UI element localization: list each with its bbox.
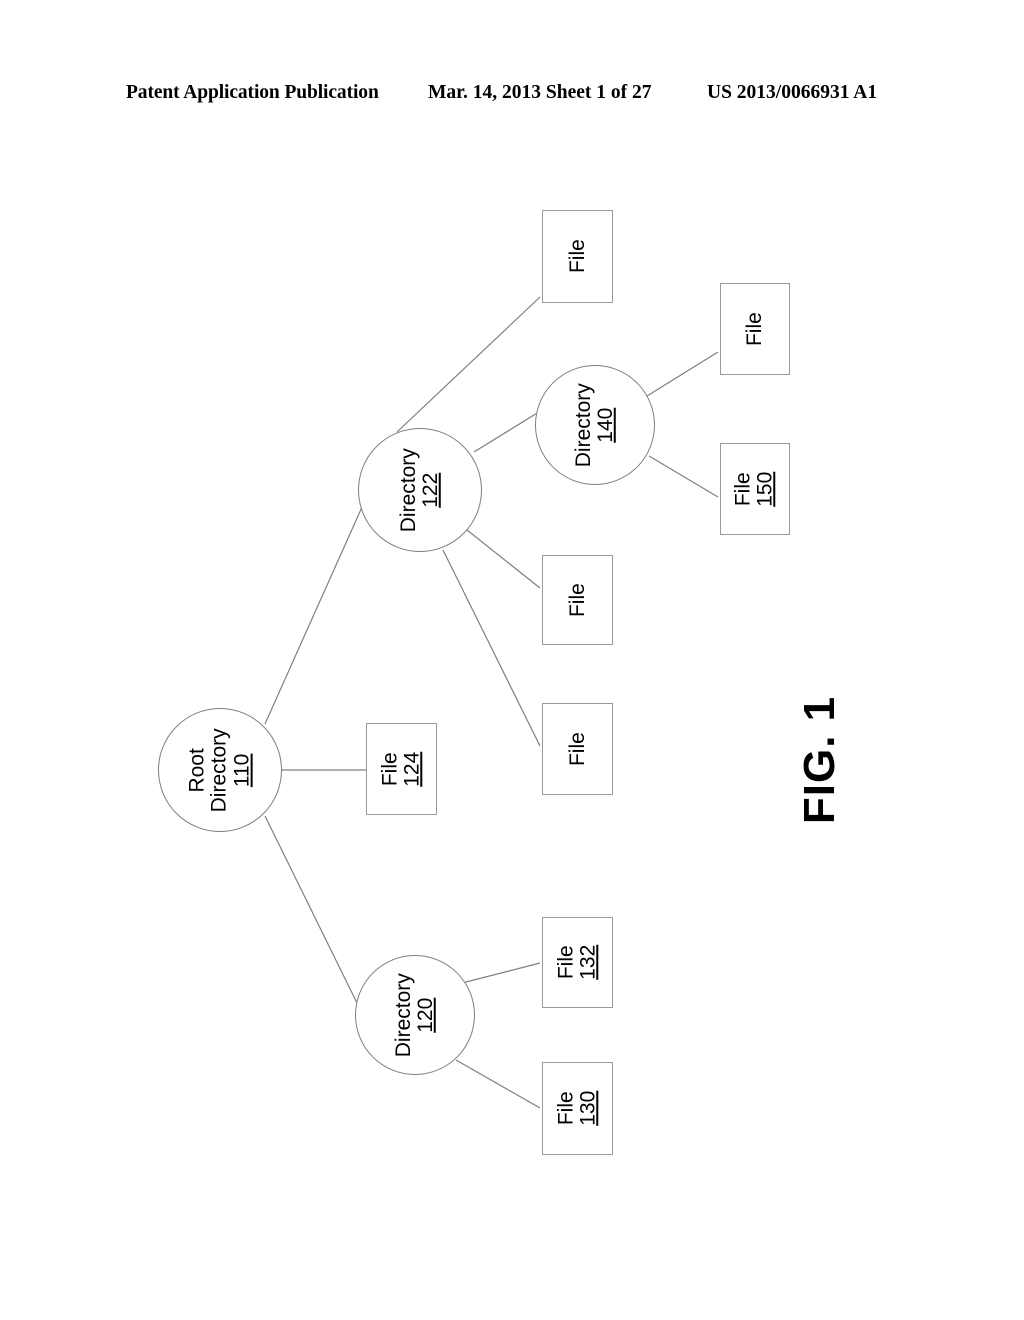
node-reference-number: 110 bbox=[230, 753, 254, 787]
node-fileC: File bbox=[542, 703, 613, 795]
node-file130: File 130 bbox=[542, 1062, 613, 1155]
edge-dir140-to-file150 bbox=[648, 455, 719, 498]
node-name-line: File bbox=[731, 472, 755, 506]
node-name-line: File bbox=[742, 312, 766, 346]
node-name-line: File bbox=[554, 945, 578, 980]
node-name-line: Directory bbox=[396, 447, 420, 533]
edge-dir120-to-file132 bbox=[461, 962, 541, 984]
node-reference-number: 130 bbox=[576, 1090, 600, 1127]
edge-root-to-dir122 bbox=[264, 506, 363, 725]
node-reference-number: 150 bbox=[753, 471, 777, 507]
edge-dir140-to-fileD bbox=[646, 351, 719, 397]
node-label-dir120: Directory 120 bbox=[391, 972, 438, 1058]
node-name-line: File bbox=[565, 239, 589, 274]
node-label-dir122: Directory 122 bbox=[396, 447, 443, 533]
edge-dir122-to-dir140 bbox=[473, 409, 543, 453]
node-name-line: File bbox=[565, 732, 589, 766]
node-fileA: File bbox=[542, 210, 613, 303]
figure-caption-text: FIG. 1 bbox=[795, 695, 844, 825]
node-label-fileD: File bbox=[742, 312, 766, 346]
node-name-line: Directory bbox=[571, 382, 595, 468]
edge-layer bbox=[264, 296, 719, 1109]
node-root: Root Directory 110 bbox=[158, 708, 282, 832]
node-label-root: Root Directory 110 bbox=[185, 727, 254, 813]
node-label-file150: File 150 bbox=[731, 471, 778, 507]
node-fileB: File bbox=[542, 555, 613, 645]
edge-dir122-to-fileC bbox=[442, 549, 541, 747]
node-name-line: File bbox=[565, 583, 589, 617]
edge-dir120-to-file130 bbox=[455, 1059, 541, 1109]
node-name-line: File bbox=[554, 1091, 578, 1126]
node-name-line: Directory bbox=[207, 727, 231, 813]
node-label-fileC: File bbox=[565, 732, 589, 766]
figure-1-diagram: Root Directory 110 Directory 122 Directory 120… bbox=[0, 0, 1024, 1320]
figure-caption: FIG. 1 bbox=[790, 660, 850, 860]
node-reference-number: 120 bbox=[413, 997, 437, 1033]
node-dir122: Directory 122 bbox=[358, 428, 482, 552]
node-fileD: File bbox=[720, 283, 790, 375]
node-label-fileA: File bbox=[565, 239, 589, 274]
node-file132: File 132 bbox=[542, 917, 613, 1008]
node-label-file124: File 124 bbox=[378, 751, 424, 787]
edge-dir122-to-fileB bbox=[466, 529, 541, 589]
edge-dir122-to-fileA bbox=[396, 296, 541, 433]
node-file150: File 150 bbox=[720, 443, 790, 535]
node-dir120: Directory 120 bbox=[355, 955, 475, 1075]
node-reference-number: 124 bbox=[400, 751, 424, 787]
node-label-fileB: File bbox=[565, 583, 589, 617]
edge-root-to-dir120 bbox=[264, 815, 358, 1004]
node-name-line: File bbox=[378, 752, 402, 786]
node-name-line: Directory bbox=[391, 972, 415, 1058]
node-reference-number: 122 bbox=[418, 472, 442, 508]
node-reference-number: 132 bbox=[576, 944, 600, 981]
node-reference-number: 140 bbox=[593, 407, 617, 443]
node-file124: File 124 bbox=[366, 723, 437, 815]
node-label-dir140: Directory 140 bbox=[571, 382, 618, 468]
node-label-file132: File 132 bbox=[554, 944, 600, 981]
node-name-line: Root bbox=[185, 747, 209, 793]
node-label-file130: File 130 bbox=[554, 1090, 600, 1127]
node-dir140: Directory 140 bbox=[535, 365, 655, 485]
